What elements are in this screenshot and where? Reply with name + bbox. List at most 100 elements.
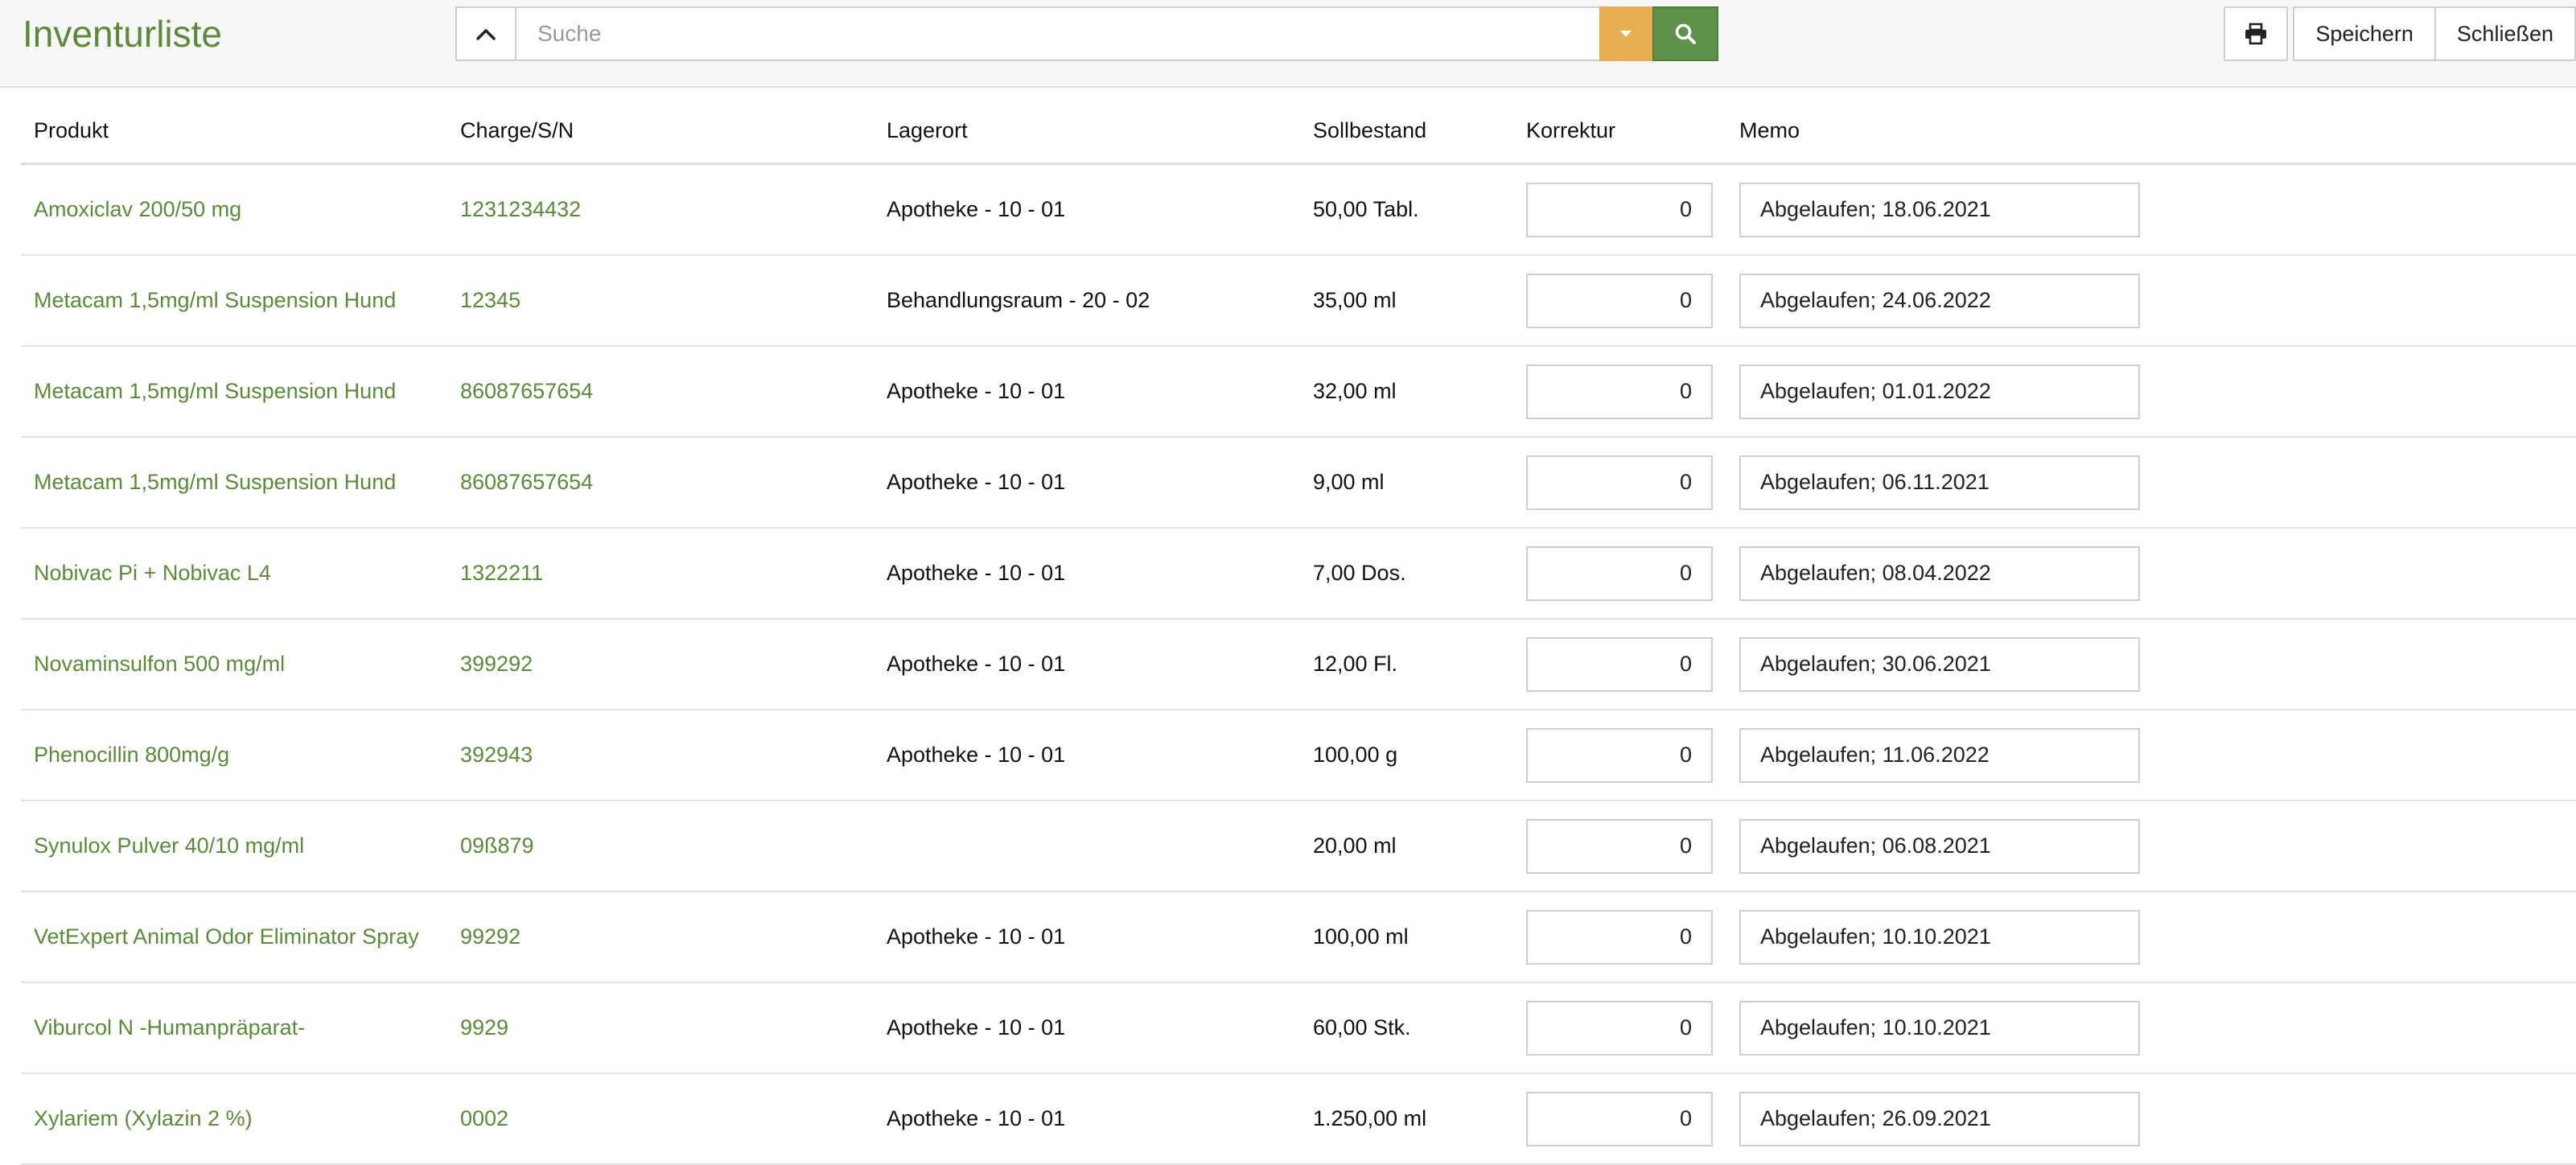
memo-input[interactable] xyxy=(1739,364,2140,419)
memo-input[interactable] xyxy=(1739,455,2140,510)
memo-cell xyxy=(1726,982,2576,1074)
target-stock-cell: 100,00 g xyxy=(1300,710,1513,801)
inventory-table: Produkt Charge/S/N Lagerort Sollbestand … xyxy=(21,98,2576,1165)
memo-cell xyxy=(1726,528,2576,620)
charge-link[interactable]: 1231234432 xyxy=(447,163,874,256)
correction-input[interactable] xyxy=(1526,1000,1713,1056)
memo-cell xyxy=(1726,1073,2576,1165)
column-header-product: Produkt xyxy=(21,98,447,165)
correction-input[interactable] xyxy=(1526,455,1713,510)
product-link[interactable]: Synulox Pulver 40/10 mg/ml xyxy=(21,801,447,892)
correction-cell xyxy=(1513,1073,1726,1165)
search-bar xyxy=(455,6,1718,61)
correction-input[interactable] xyxy=(1526,1091,1713,1146)
charge-link[interactable]: 99292 xyxy=(447,891,874,983)
top-toolbar: Inventurliste Speiche xyxy=(0,0,2576,88)
memo-input[interactable] xyxy=(1739,1000,2140,1056)
search-options-button[interactable] xyxy=(1599,6,1652,61)
location-cell: Behandlungsraum - 20 - 02 xyxy=(874,255,1300,347)
correction-input[interactable] xyxy=(1526,818,1713,874)
location-cell: Apotheke - 10 - 01 xyxy=(874,437,1300,529)
table-row: Phenocillin 800mg/g 392943 Apotheke - 10… xyxy=(21,710,2576,801)
charge-link[interactable]: 86087657654 xyxy=(447,346,874,438)
product-link[interactable]: Metacam 1,5mg/ml Suspension Hund xyxy=(21,346,447,438)
charge-link[interactable]: 09ß879 xyxy=(447,801,874,892)
correction-input[interactable] xyxy=(1526,273,1713,328)
search-button[interactable] xyxy=(1652,6,1718,61)
charge-link[interactable]: 1322211 xyxy=(447,528,874,620)
search-input[interactable] xyxy=(516,6,1599,61)
memo-input[interactable] xyxy=(1739,545,2140,601)
location-cell: Apotheke - 10 - 01 xyxy=(874,528,1300,620)
target-stock-cell: 20,00 ml xyxy=(1300,801,1513,892)
correction-cell xyxy=(1513,437,1726,529)
table-row: Metacam 1,5mg/ml Suspension Hund 8608765… xyxy=(21,437,2576,529)
correction-cell xyxy=(1513,528,1726,620)
memo-cell xyxy=(1726,619,2576,710)
charge-link[interactable]: 12345 xyxy=(447,255,874,347)
correction-cell xyxy=(1513,710,1726,801)
print-button[interactable] xyxy=(2224,6,2289,61)
product-link[interactable]: Metacam 1,5mg/ml Suspension Hund xyxy=(21,255,447,347)
correction-input[interactable] xyxy=(1526,727,1713,783)
charge-link[interactable]: 392943 xyxy=(447,710,874,801)
charge-link[interactable]: 0002 xyxy=(447,1073,874,1165)
product-link[interactable]: VetExpert Animal Odor Eliminator Spray xyxy=(21,891,447,983)
correction-input[interactable] xyxy=(1526,364,1713,419)
location-cell: Apotheke - 10 - 01 xyxy=(874,163,1300,256)
product-link[interactable]: Metacam 1,5mg/ml Suspension Hund xyxy=(21,437,447,529)
location-cell: Apotheke - 10 - 01 xyxy=(874,891,1300,983)
memo-cell xyxy=(1726,163,2576,256)
product-link[interactable]: Xylariem (Xylazin 2 %) xyxy=(21,1073,447,1165)
table-row: Amoxiclav 200/50 mg 1231234432 Apotheke … xyxy=(21,163,2576,256)
table-row: Metacam 1,5mg/ml Suspension Hund 8608765… xyxy=(21,346,2576,438)
table-row: Nobivac Pi + Nobivac L4 1322211 Apotheke… xyxy=(21,528,2576,620)
correction-cell xyxy=(1513,255,1726,347)
charge-link[interactable]: 86087657654 xyxy=(447,437,874,529)
table-row: Synulox Pulver 40/10 mg/ml 09ß879 20,00 … xyxy=(21,801,2576,892)
memo-input[interactable] xyxy=(1739,273,2140,328)
memo-cell xyxy=(1726,801,2576,892)
product-link[interactable]: Viburcol N -Humanpräparat- xyxy=(21,982,447,1074)
column-header-charge: Charge/S/N xyxy=(447,98,874,165)
memo-input[interactable] xyxy=(1739,182,2140,237)
table-row: Novaminsulfon 500 mg/ml 399292 Apotheke … xyxy=(21,619,2576,710)
product-link[interactable]: Nobivac Pi + Nobivac L4 xyxy=(21,528,447,620)
correction-input[interactable] xyxy=(1526,636,1713,692)
column-header-target-stock: Sollbestand xyxy=(1300,98,1513,165)
memo-input[interactable] xyxy=(1739,636,2140,692)
table-row: VetExpert Animal Odor Eliminator Spray 9… xyxy=(21,891,2576,983)
location-cell: Apotheke - 10 - 01 xyxy=(874,710,1300,801)
correction-cell xyxy=(1513,982,1726,1074)
table-row: Xylariem (Xylazin 2 %) 0002 Apotheke - 1… xyxy=(21,1073,2576,1165)
product-link[interactable]: Novaminsulfon 500 mg/ml xyxy=(21,619,447,710)
charge-link[interactable]: 399292 xyxy=(447,619,874,710)
correction-cell xyxy=(1513,619,1726,710)
memo-input[interactable] xyxy=(1739,727,2140,783)
location-cell: Apotheke - 10 - 01 xyxy=(874,619,1300,710)
memo-cell xyxy=(1726,255,2576,347)
correction-input[interactable] xyxy=(1526,545,1713,601)
chevron-up-icon xyxy=(476,29,496,40)
target-stock-cell: 7,00 Dos. xyxy=(1300,528,1513,620)
target-stock-cell: 1.250,00 ml xyxy=(1300,1073,1513,1165)
memo-input[interactable] xyxy=(1739,818,2140,874)
column-header-memo: Memo xyxy=(1726,98,2576,165)
charge-link[interactable]: 9929 xyxy=(447,982,874,1074)
correction-input[interactable] xyxy=(1526,909,1713,965)
collapse-button[interactable] xyxy=(455,6,516,61)
correction-input[interactable] xyxy=(1526,182,1713,237)
target-stock-cell: 100,00 ml xyxy=(1300,891,1513,983)
memo-input[interactable] xyxy=(1739,1091,2140,1146)
memo-input[interactable] xyxy=(1739,909,2140,965)
product-link[interactable]: Amoxiclav 200/50 mg xyxy=(21,163,447,256)
location-cell xyxy=(874,801,1300,892)
save-button[interactable]: Speichern xyxy=(2293,6,2434,61)
table-header-row: Produkt Charge/S/N Lagerort Sollbestand … xyxy=(21,98,2576,165)
correction-cell xyxy=(1513,346,1726,438)
printer-icon xyxy=(2245,23,2267,45)
product-link[interactable]: Phenocillin 800mg/g xyxy=(21,710,447,801)
close-button[interactable]: Schließen xyxy=(2434,6,2576,61)
target-stock-cell: 35,00 ml xyxy=(1300,255,1513,347)
action-buttons: Speichern Schließen xyxy=(2224,6,2576,61)
